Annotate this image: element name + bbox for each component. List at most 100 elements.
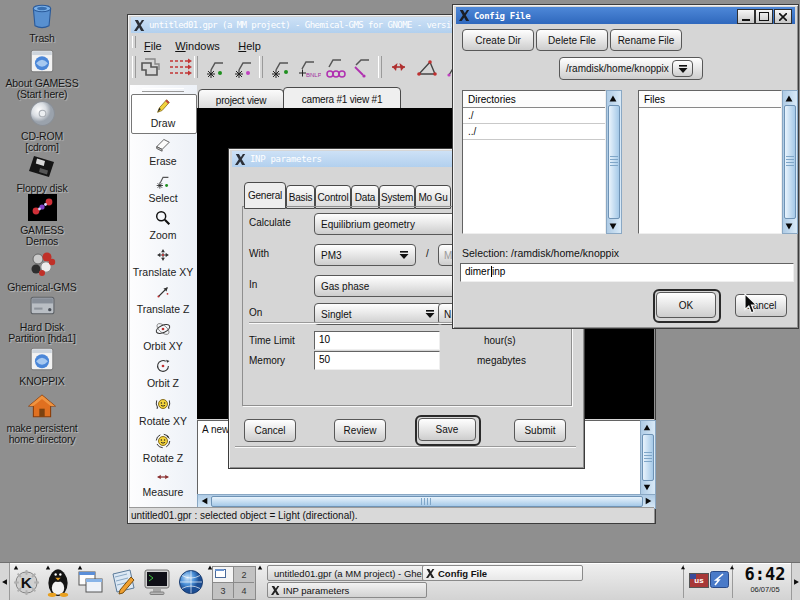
clock[interactable]: 6:42 06/07/05 xyxy=(740,564,790,594)
with-combo[interactable]: PM3 xyxy=(314,244,416,266)
path-combo[interactable]: /ramdisk/home/knoppix xyxy=(559,57,703,80)
tray-separator xyxy=(732,565,733,598)
workspace-pager[interactable]: 2 3 4 xyxy=(212,566,256,600)
desktop-icon-gamess-demos[interactable]: GAMESSDemos xyxy=(0,194,84,247)
menubar-handle[interactable] xyxy=(132,36,136,48)
keyboard-layout-indicator[interactable]: us xyxy=(689,573,709,588)
log-vscrollbar[interactable] xyxy=(640,420,656,495)
rename-file-button[interactable]: Rename File xyxy=(610,29,682,51)
terminal-icon[interactable] xyxy=(143,568,171,596)
submit-button[interactable]: Submit xyxy=(514,419,566,442)
toolbar-draw-bond-icon[interactable] xyxy=(231,55,256,80)
config-cancel-button[interactable]: Cancel xyxy=(735,294,787,317)
scroll-left-button[interactable] xyxy=(199,495,210,506)
tool-orbit-z[interactable]: Orbit Z xyxy=(131,357,195,389)
config-dialog-titlebar[interactable]: Config File xyxy=(456,7,795,24)
scroll-down-button[interactable] xyxy=(607,220,619,232)
close-button[interactable] xyxy=(774,9,792,24)
desktop-icon-ghemical[interactable]: Ghemical-GMS xyxy=(0,250,84,293)
files-scrollbar[interactable] xyxy=(782,90,798,234)
time-limit-input[interactable]: 10 xyxy=(314,331,440,350)
toolbar-bnlp-icon[interactable]: BNLP xyxy=(296,55,321,80)
files-header[interactable]: Files xyxy=(639,91,781,108)
tool-rotate-xy[interactable]: Rotate XY xyxy=(131,395,195,427)
desktop-windows-icon[interactable] xyxy=(77,569,104,595)
path-dropdown-button[interactable] xyxy=(672,60,693,77)
scroll-right-button[interactable] xyxy=(643,495,654,506)
desktop-icon-floppy[interactable]: Floppy disk xyxy=(0,154,84,194)
taskbar-window-inp-parameters[interactable]: INP parameters xyxy=(267,582,427,598)
filename-input[interactable]: dimerinp xyxy=(460,263,794,282)
scroll-thumb[interactable] xyxy=(608,105,620,219)
desktop-icon-cdrom[interactable]: CD-ROM[cdrom] xyxy=(0,100,84,153)
tool-orbit-xy[interactable]: Orbit XY xyxy=(131,320,195,352)
klipper-icon[interactable] xyxy=(710,571,729,588)
directories-header[interactable]: Directories xyxy=(463,91,605,108)
icon-label: Trash xyxy=(29,32,54,44)
toolbar-select-icon[interactable] xyxy=(268,55,293,80)
desktop-icon-knoppix[interactable]: KNOPPIX xyxy=(0,346,84,387)
tool-measure[interactable]: Measure xyxy=(131,470,195,498)
scroll-thumb[interactable] xyxy=(642,434,654,481)
scroll-thumb[interactable] xyxy=(784,105,796,219)
notes-icon[interactable] xyxy=(110,568,137,596)
orbit-z-icon xyxy=(154,357,172,375)
tool-erase[interactable]: Erase xyxy=(131,135,195,167)
toolbar-angle-icon[interactable] xyxy=(415,55,440,80)
cancel-button[interactable]: Cancel xyxy=(244,419,296,442)
directory-item[interactable]: ../ xyxy=(463,124,605,140)
create-dir-button[interactable]: Create Dir xyxy=(462,29,534,51)
panel-hide-left-button[interactable] xyxy=(0,563,10,600)
pager-desktop-4[interactable]: 4 xyxy=(234,583,254,598)
toolbar-handle[interactable] xyxy=(132,56,136,78)
taskbar-window-ghemical[interactable]: untitled01.gpr (a MM project) - Ghemi xyxy=(267,565,427,581)
toolbar-chain-icon[interactable] xyxy=(350,55,375,80)
toolbar-distance-icon[interactable] xyxy=(386,55,411,80)
tool-select[interactable]: Select xyxy=(131,172,195,204)
scroll-thumb[interactable] xyxy=(211,496,643,507)
delete-file-button[interactable]: Delete File xyxy=(536,29,608,51)
tool-rotate-z[interactable]: Rotate Z xyxy=(131,432,195,464)
tux-penguin-icon[interactable] xyxy=(45,567,71,597)
scroll-down-button[interactable] xyxy=(641,482,653,493)
tool-panel-handle[interactable] xyxy=(142,88,184,92)
toolbar-geometry-icon[interactable] xyxy=(139,55,164,80)
web-globe-icon[interactable] xyxy=(177,568,205,596)
maximize-button[interactable] xyxy=(755,9,773,24)
scroll-up-button[interactable] xyxy=(783,92,795,104)
scroll-up-button[interactable] xyxy=(607,92,619,104)
scroll-down-button[interactable] xyxy=(783,220,795,232)
directories-list[interactable]: Directories ./ ../ xyxy=(462,90,606,234)
save-button[interactable]: Save xyxy=(418,418,476,441)
directory-item[interactable]: ./ xyxy=(463,108,605,124)
select-icon xyxy=(154,172,172,190)
tool-draw[interactable]: Draw xyxy=(131,97,195,129)
tool-translate-xy[interactable]: Translate XY xyxy=(131,246,195,278)
tab-general[interactable]: General xyxy=(244,182,286,209)
review-button[interactable]: Review xyxy=(334,419,386,442)
toolbar-draw-atom-icon[interactable] xyxy=(203,55,228,80)
pager-desktop-1[interactable] xyxy=(213,567,234,583)
desktop-icon-trash[interactable]: Trash xyxy=(0,3,84,44)
panel-hide-right-button[interactable] xyxy=(791,563,800,600)
directories-scrollbar[interactable] xyxy=(606,90,622,234)
calculate-label: Calculate xyxy=(249,217,291,228)
tool-zoom[interactable]: Zoom xyxy=(131,209,195,241)
desktop-icon-home[interactable]: make persistenthome directory xyxy=(0,393,84,445)
minimize-button[interactable] xyxy=(737,9,755,24)
pager-desktop-3[interactable]: 3 xyxy=(213,583,234,598)
desktop-icon-harddisk[interactable]: Hard DiskPartition [hda1] xyxy=(0,293,84,344)
files-list[interactable]: Files xyxy=(638,90,782,234)
taskbar-window-config-file[interactable]: Config File xyxy=(422,565,583,581)
toolbar-rings-icon[interactable] xyxy=(323,55,348,80)
kmenu-icon[interactable]: K xyxy=(13,569,40,596)
toolbar-bonds-icon[interactable] xyxy=(167,55,192,80)
scroll-up-button[interactable] xyxy=(641,422,653,433)
desktop-icon-about-gamess[interactable]: About GAMESS(Start here) xyxy=(0,48,84,100)
memory-input[interactable]: 50 xyxy=(314,351,440,370)
tool-translate-z[interactable]: Translate Z xyxy=(131,283,195,315)
pager-desktop-2[interactable]: 2 xyxy=(234,567,254,583)
dropdown-arrow-icon xyxy=(425,310,435,318)
ok-button[interactable]: OK xyxy=(656,292,716,318)
popup-arrow xyxy=(730,566,734,570)
